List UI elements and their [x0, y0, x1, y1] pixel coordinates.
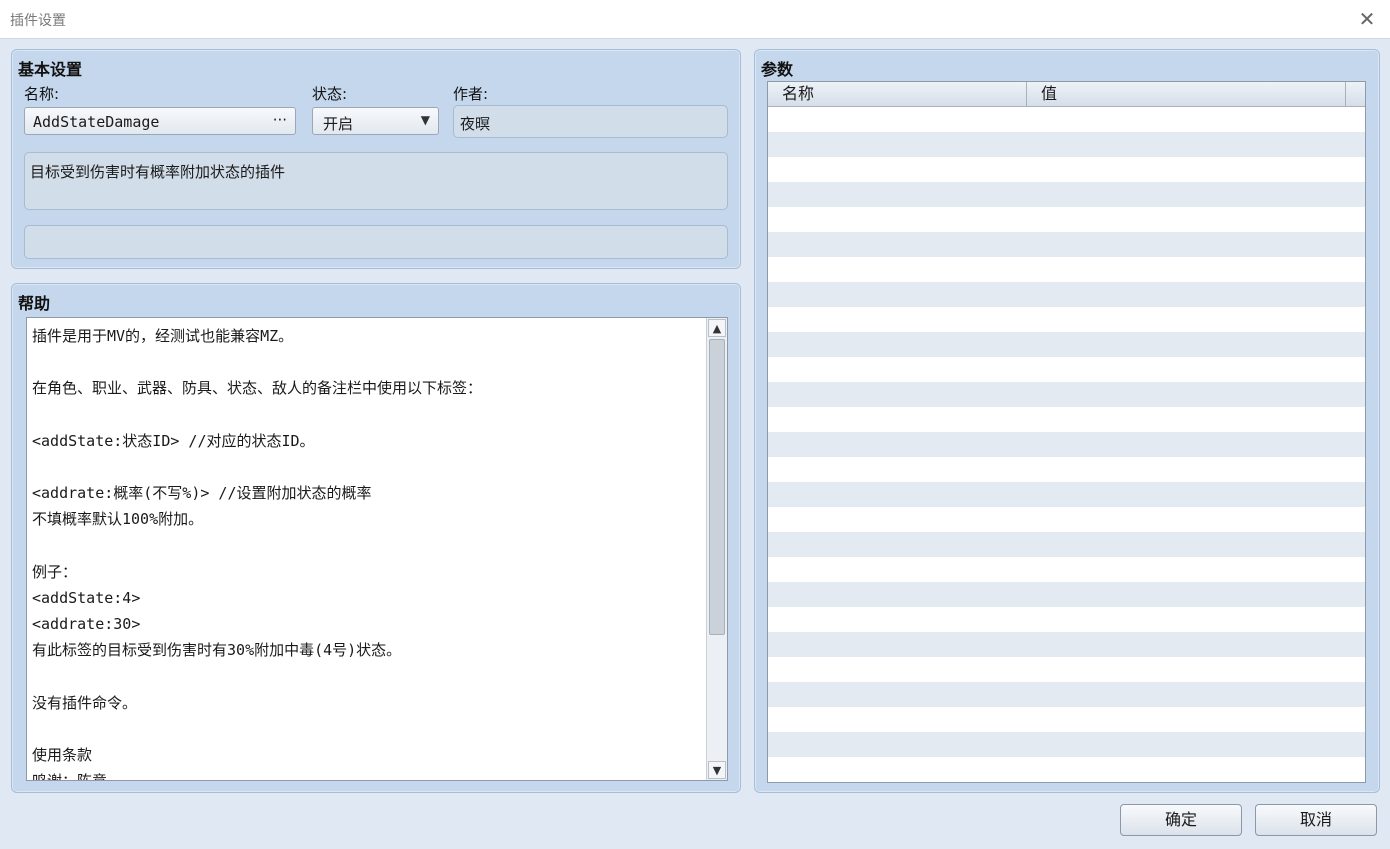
help-title: 帮助 [18, 294, 51, 313]
table-row[interactable] [768, 557, 1365, 582]
cancel-button[interactable]: 取消 [1255, 804, 1377, 836]
author-value: 夜暝 [460, 115, 491, 133]
table-row[interactable] [768, 107, 1365, 132]
name-label: 名称: [24, 85, 60, 103]
params-rows [768, 107, 1365, 782]
table-row[interactable] [768, 607, 1365, 632]
plugin-name-field[interactable]: AddStateDamage ··· [24, 107, 296, 135]
params-table[interactable]: 名称 值 [767, 81, 1366, 783]
help-line [32, 716, 702, 742]
help-line [32, 663, 702, 689]
table-row[interactable] [768, 182, 1365, 207]
table-row[interactable] [768, 507, 1365, 532]
help-line: 插件是用于MV的，经测试也能兼容MZ。 [32, 327, 294, 345]
help-line [32, 533, 702, 559]
table-row[interactable] [768, 457, 1365, 482]
scroll-up-icon[interactable]: ▲ [708, 319, 726, 337]
table-row[interactable] [768, 132, 1365, 157]
column-header-value[interactable]: 值 [1027, 82, 1346, 106]
status-value: 开启 [323, 115, 354, 133]
table-row[interactable] [768, 332, 1365, 357]
column-header-name[interactable]: 名称 [768, 82, 1027, 106]
table-row[interactable] [768, 382, 1365, 407]
help-line: 没有插件命令。 [32, 693, 138, 712]
basic-settings-title: 基本设置 [18, 60, 83, 79]
help-scrollbar[interactable]: ▲ ▼ [706, 318, 727, 780]
help-line: 例子： [32, 562, 78, 581]
help-line: 使用条款 [32, 746, 93, 764]
help-line: 有此标签的目标受到伤害时有30%附加中毒(4号)状态。 [32, 641, 402, 660]
description-field: 目标受到伤害时有概率附加状态的插件 [24, 152, 728, 210]
scroll-down-icon[interactable]: ▼ [708, 761, 726, 779]
table-row[interactable] [768, 407, 1365, 432]
scroll-thumb[interactable] [709, 339, 725, 635]
table-row[interactable] [768, 232, 1365, 257]
table-row[interactable] [768, 682, 1365, 707]
description-text: 目标受到伤害时有概率附加状态的插件 [30, 163, 286, 181]
help-text: 插件是用于MV的，经测试也能兼容MZ。在角色、职业、武器、防具、状态、敌人的备注… [32, 323, 702, 780]
help-line: <addState:状态ID> //对应的状态ID。 [32, 431, 315, 450]
help-line: 在角色、职业、武器、防具、状态、敌人的备注栏中使用以下标签： [32, 379, 483, 398]
table-row[interactable] [768, 307, 1365, 332]
help-line: <addrate:30> [32, 615, 141, 634]
status-label: 状态: [312, 85, 348, 103]
table-row[interactable] [768, 757, 1365, 782]
params-header: 名称 值 [768, 82, 1365, 107]
table-row[interactable] [768, 157, 1365, 182]
help-line: <addState:4> [32, 588, 141, 607]
author-label: 作者: [453, 85, 489, 103]
help-line: 不填概率默认100%附加。 [32, 510, 204, 529]
table-row[interactable] [768, 257, 1365, 282]
table-row[interactable] [768, 707, 1365, 732]
extra-info-field [24, 225, 728, 259]
table-row[interactable] [768, 732, 1365, 757]
close-icon[interactable]: ✕ [1354, 6, 1380, 32]
plugin-name-value: AddStateDamage [33, 113, 160, 131]
ellipsis-icon[interactable]: ··· [273, 111, 287, 129]
help-line [32, 349, 702, 375]
table-row[interactable] [768, 657, 1365, 682]
help-line [32, 454, 702, 480]
table-row[interactable] [768, 357, 1365, 382]
author-field: 夜暝 [453, 105, 728, 138]
help-line: 鸣谢：陈意 [32, 768, 702, 780]
help-line [32, 402, 702, 428]
table-row[interactable] [768, 632, 1365, 657]
table-row[interactable] [768, 532, 1365, 557]
status-select[interactable]: 开启 ▼ [312, 107, 439, 135]
window-title: 插件设置 [10, 13, 66, 29]
ok-button[interactable]: 确定 [1120, 804, 1242, 836]
table-row[interactable] [768, 282, 1365, 307]
title-bar: 插件设置 ✕ [0, 0, 1390, 39]
help-line: <addrate:概率(不写%)> //设置附加状态的概率 [32, 484, 372, 503]
table-row[interactable] [768, 482, 1365, 507]
table-row[interactable] [768, 432, 1365, 457]
help-text-area[interactable]: 插件是用于MV的，经测试也能兼容MZ。在角色、职业、武器、防具、状态、敌人的备注… [26, 317, 728, 781]
params-title: 参数 [761, 60, 794, 79]
table-row[interactable] [768, 207, 1365, 232]
table-row[interactable] [768, 582, 1365, 607]
chevron-down-icon[interactable]: ▼ [421, 113, 430, 127]
